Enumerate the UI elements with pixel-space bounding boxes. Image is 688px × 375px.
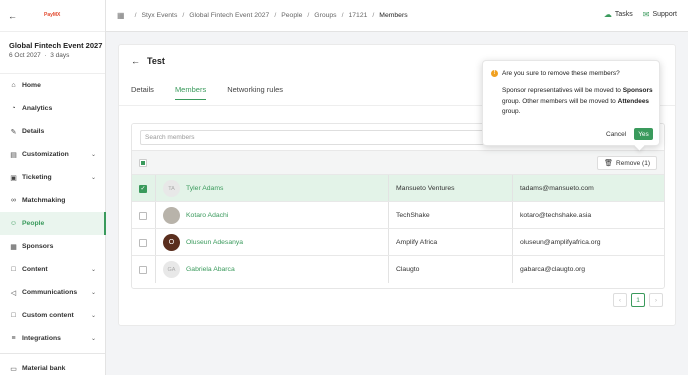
next-page-button[interactable]: ›	[649, 293, 663, 307]
member-company: Amplify Africa	[396, 239, 438, 246]
yes-button[interactable]: Yes	[634, 128, 653, 140]
breadcrumb-current: Members	[379, 12, 408, 19]
link-icon: ∞	[11, 197, 16, 204]
table-actions: 🗑 Remove (1)	[132, 150, 664, 175]
sidebar-item-custom-content[interactable]: □ Custom content ⌄	[0, 304, 105, 327]
popover-title: Are you sure to remove these members?	[502, 70, 620, 77]
event-title: Global Fintech Event 2027	[9, 41, 103, 50]
remove-button[interactable]: 🗑 Remove (1)	[597, 156, 657, 170]
popover-body: Sponsor representatives will be moved to…	[502, 87, 653, 115]
sidebar-item-material-bank[interactable]: ▭ Material bank	[0, 357, 105, 375]
prev-page-button[interactable]: ‹	[613, 293, 627, 307]
row-checkbox[interactable]	[139, 266, 147, 274]
home-icon: ⌂	[11, 82, 16, 89]
sidebar-item-ticketing[interactable]: ▣ Ticketing ⌄	[0, 166, 105, 189]
back-arrow-icon[interactable]: ←	[131, 56, 140, 66]
sidebar-item-communications[interactable]: ◁ Communications ⌄	[0, 281, 105, 304]
member-name[interactable]: Tyler Adams	[186, 185, 223, 192]
sidebar-header: ← PayMX	[0, 0, 105, 32]
avatar: GA	[163, 261, 180, 278]
avatar	[163, 207, 180, 224]
sidebar-item-integrations[interactable]: ≡ Integrations ⌄	[0, 327, 105, 350]
book-icon: ▭	[10, 365, 17, 373]
sidebar-item-analytics[interactable]: ◔ Analytics	[0, 97, 105, 120]
chevron-down-icon: ⌄	[90, 267, 96, 273]
table-row[interactable]: O Oluseun Adesanya Amplify Africa oluseu…	[132, 229, 664, 256]
tab-members[interactable]: Members	[174, 85, 207, 100]
cancel-button[interactable]: Cancel	[603, 129, 629, 140]
avatar: TA	[163, 180, 180, 197]
member-email: kotaro@techshake.asia	[520, 212, 592, 219]
tabs: Details Members Networking rules	[131, 85, 304, 100]
row-checkbox[interactable]	[139, 212, 147, 220]
event-date: 6 Oct 2027 · 3 days	[9, 52, 70, 59]
breadcrumb-item[interactable]: Styx Events	[141, 12, 177, 19]
tab-networking-rules[interactable]: Networking rules	[227, 85, 283, 100]
row-checkbox[interactable]	[139, 239, 147, 247]
paint-icon: ▤	[10, 151, 17, 159]
support-link[interactable]: Support	[652, 11, 677, 18]
edit-icon: ✎	[10, 128, 17, 136]
plug-icon: ≡	[11, 335, 16, 342]
support-icon[interactable]: ✉	[643, 10, 650, 19]
chevron-down-icon: ⌄	[90, 336, 96, 342]
analytics-icon: ◔	[11, 105, 16, 112]
sidebar-nav: ⌂ Home ◔ Analytics ✎ Details ▤ Customization…	[0, 74, 106, 375]
table-row[interactable]: ✓ TA Tyler Adams Mansueto Ventures tadam…	[132, 175, 664, 202]
member-name[interactable]: Oluseun Adesanya	[186, 239, 243, 246]
ticket-icon: ▣	[10, 174, 17, 182]
sidebar-item-people[interactable]: ☺ People	[0, 212, 106, 235]
member-email: gabarca@claugto.org	[520, 266, 586, 273]
page-number[interactable]: 1	[631, 293, 645, 307]
trash-icon: 🗑	[604, 160, 614, 167]
table-row[interactable]: GA Gabriela Abarca Claugto gabarca@claug…	[132, 256, 664, 283]
grid-icon: ▦	[10, 243, 17, 251]
search-input[interactable]: Search members	[140, 129, 490, 145]
select-all-checkbox[interactable]	[139, 159, 147, 167]
sidebar-item-content[interactable]: □ Content ⌄	[0, 258, 105, 281]
chevron-down-icon: ⌄	[90, 175, 96, 181]
page-title: ← Test	[131, 56, 165, 66]
avatar: O	[163, 234, 180, 251]
sidebar-item-customization[interactable]: ▤ Customization ⌄	[0, 143, 105, 166]
breadcrumb-item[interactable]: Groups	[314, 12, 336, 19]
member-company: Mansueto Ventures	[396, 185, 455, 192]
member-company: TechShake	[396, 212, 430, 219]
sidebar-item-details[interactable]: ✎ Details	[0, 120, 105, 143]
tasks-icon[interactable]: ☁	[604, 10, 612, 19]
warning-icon: !	[491, 70, 498, 77]
member-name[interactable]: Gabriela Abarca	[186, 266, 235, 273]
back-arrow-icon[interactable]: ←	[8, 11, 17, 21]
row-checkbox[interactable]: ✓	[139, 185, 147, 193]
member-company: Claugto	[396, 266, 420, 273]
breadcrumb-item[interactable]: Global Fintech Event 2027	[189, 12, 269, 19]
breadcrumb: Styx Events / Global Fintech Event 2027/ …	[141, 12, 408, 19]
pagination: ‹ 1 ›	[609, 293, 663, 307]
member-name[interactable]: Kotaro Adachi	[186, 212, 228, 219]
sidebar-item-matchmaking[interactable]: ∞ Matchmaking	[0, 189, 105, 212]
sidebar-item-home[interactable]: ⌂ Home	[0, 74, 105, 97]
megaphone-icon: ◁	[10, 289, 17, 297]
sidebar: ← PayMX Global Fintech Event 2027 6 Oct …	[0, 0, 106, 375]
chevron-down-icon: ⌄	[90, 313, 96, 319]
remove-confirm-popover: ! Are you sure to remove these members? …	[482, 60, 660, 146]
tasks-link[interactable]: Tasks	[615, 11, 633, 18]
table-row[interactable]: Kotaro Adachi TechShake kotaro@techshake…	[132, 202, 664, 229]
grid-icon[interactable]: ▦	[117, 11, 125, 20]
breadcrumb-item[interactable]: 17121	[348, 12, 367, 19]
folder-icon: □	[11, 266, 16, 273]
folder-icon: □	[11, 312, 16, 319]
member-email: tadams@mansueto.com	[520, 185, 594, 192]
sidebar-item-sponsors[interactable]: ▦ Sponsors	[0, 235, 105, 258]
chevron-down-icon: ⌄	[90, 290, 96, 296]
members-table: Search members 🗑 Remove (1) ✓ TA Tyler Ad…	[131, 123, 665, 289]
topbar: ▦ / Styx Events / Global Fintech Event 20…	[106, 0, 688, 32]
people-icon: ☺	[9, 220, 18, 227]
app-logo: PayMX	[44, 12, 61, 18]
member-email: oluseun@amplifyafrica.org	[520, 239, 601, 246]
chevron-down-icon: ⌄	[90, 152, 96, 158]
breadcrumb-item[interactable]: People	[281, 12, 302, 19]
tab-details[interactable]: Details	[131, 85, 154, 100]
